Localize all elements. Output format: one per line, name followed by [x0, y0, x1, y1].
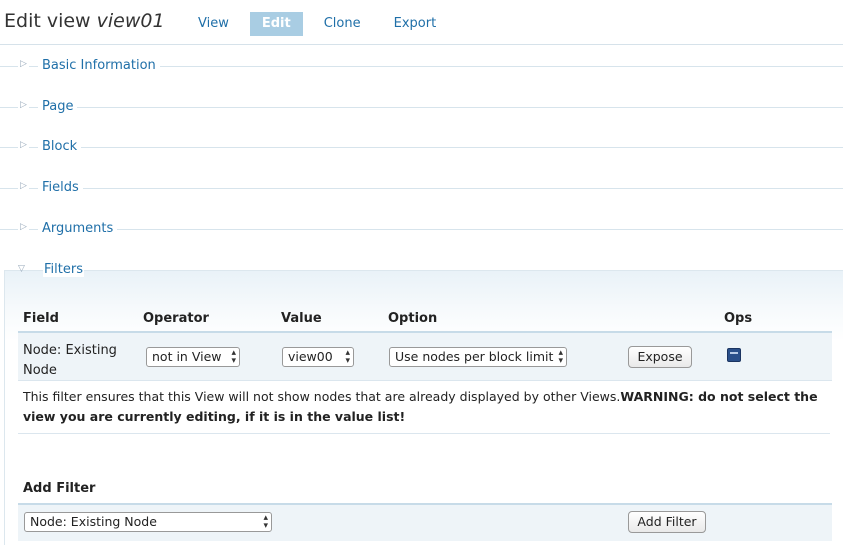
section-basic-information[interactable]: ▷ Basic Information — [0, 52, 843, 82]
page-title: Edit view view01 — [4, 10, 165, 32]
delete-icon[interactable] — [727, 348, 741, 362]
add-filter-select-value: Node: Existing Node — [30, 514, 157, 529]
triangle-down-icon: ▽ — [18, 264, 25, 274]
section-label-block[interactable]: Block — [38, 139, 82, 154]
column-header-value: Value — [281, 311, 322, 326]
expose-button[interactable]: Expose — [628, 346, 692, 368]
section-rule — [0, 229, 843, 230]
select-arrows-icon: ▴ ▾ — [231, 348, 236, 366]
column-header-field: Field — [23, 311, 59, 326]
tab-bar: View Edit Clone Export — [186, 12, 457, 36]
page-title-prefix: Edit view — [4, 10, 91, 32]
table-row: Node: Existing Node not in View ▴ ▾ view0… — [18, 333, 832, 381]
add-filter-select[interactable]: Node: Existing Node ▴ ▾ — [24, 512, 272, 532]
select-arrows-icon: ▴ ▾ — [558, 348, 563, 366]
section-label-basic-information[interactable]: Basic Information — [38, 58, 160, 73]
add-filter-button[interactable]: Add Filter — [628, 511, 706, 533]
section-arguments[interactable]: ▷ Arguments — [0, 215, 843, 245]
tab-export[interactable]: Export — [382, 12, 449, 36]
filters-table-header: Field Operator Value Option Ops — [18, 309, 832, 333]
operator-select-value: not in View — [152, 349, 222, 364]
select-arrows-icon: ▴ ▾ — [263, 513, 268, 531]
section-label-page[interactable]: Page — [38, 99, 78, 114]
triangle-right-icon: ▷ — [18, 100, 29, 110]
page-title-view-name: view01 — [96, 10, 165, 32]
column-header-operator: Operator — [143, 311, 209, 326]
add-filter-heading: Add Filter — [23, 481, 96, 496]
section-rule — [0, 107, 843, 108]
section-fields[interactable]: ▷ Fields — [0, 174, 843, 204]
column-header-ops: Ops — [724, 311, 753, 326]
section-block[interactable]: ▷ Block — [0, 133, 843, 163]
section-rule — [0, 147, 843, 148]
page-header: Edit view view01 View Edit Clone Export — [0, 0, 843, 45]
value-select[interactable]: view00 ▴ ▾ — [282, 347, 354, 367]
filter-description: This filter ensures that this View will … — [18, 385, 830, 434]
section-label-filters[interactable]: Filters — [43, 262, 84, 277]
section-label-arguments[interactable]: Arguments — [38, 221, 118, 236]
section-label-fields[interactable]: Fields — [38, 180, 83, 195]
add-filter-row: Node: Existing Node ▴ ▾ Add Filter — [18, 503, 832, 541]
select-arrows-icon: ▴ ▾ — [345, 348, 350, 366]
tab-view[interactable]: View — [186, 12, 241, 36]
section-filters[interactable]: ▽ Filters — [0, 262, 843, 300]
filter-description-text: This filter ensures that this View will … — [23, 389, 621, 404]
section-rule — [0, 188, 843, 189]
triangle-right-icon: ▷ — [18, 222, 29, 232]
filter-field-name: Node: Existing Node — [23, 343, 117, 378]
column-header-option: Option — [388, 311, 438, 326]
section-page[interactable]: ▷ Page — [0, 93, 843, 123]
triangle-right-icon: ▷ — [18, 181, 29, 191]
tab-clone[interactable]: Clone — [312, 12, 373, 36]
option-select[interactable]: Use nodes per block limit ▴ ▾ — [389, 347, 567, 367]
value-select-value: view00 — [288, 349, 333, 364]
option-select-value: Use nodes per block limit — [395, 349, 554, 364]
triangle-right-icon: ▷ — [18, 140, 29, 150]
operator-select[interactable]: not in View ▴ ▾ — [146, 347, 240, 367]
tab-edit[interactable]: Edit — [249, 12, 303, 36]
triangle-right-icon: ▷ — [18, 59, 29, 69]
